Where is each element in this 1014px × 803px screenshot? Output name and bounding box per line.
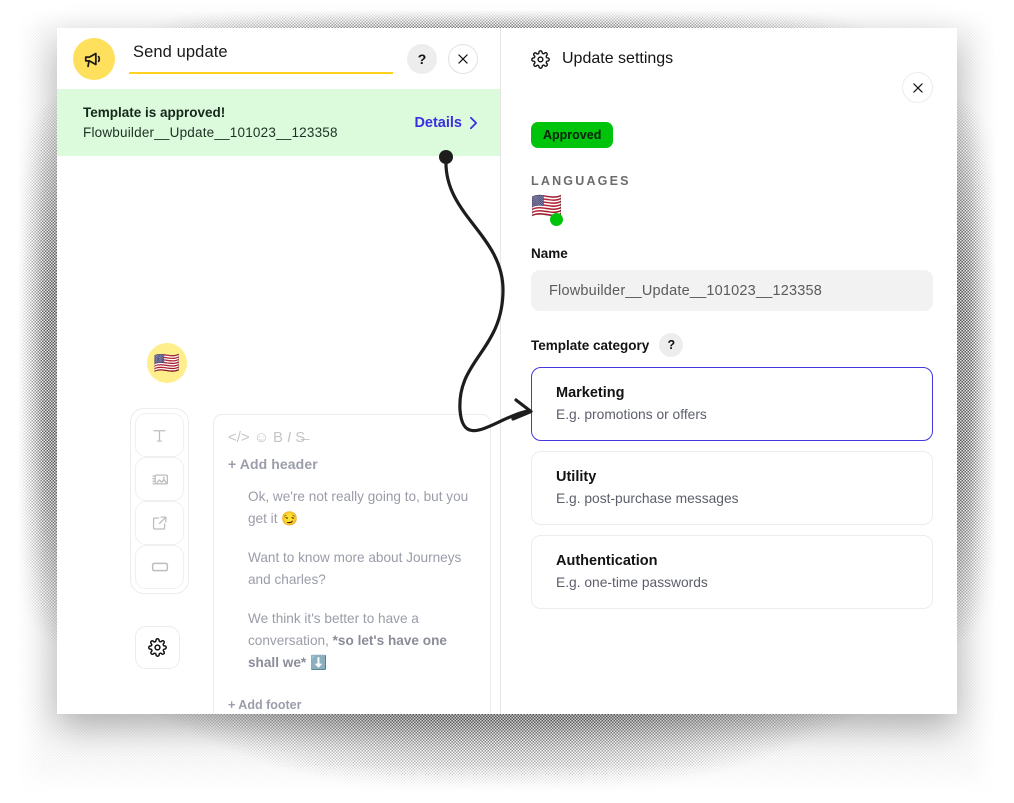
details-link[interactable]: Details — [414, 115, 478, 131]
code-icon[interactable]: </> — [228, 430, 250, 445]
bold-icon[interactable]: B — [273, 430, 283, 445]
modal-title-field[interactable]: Send update — [129, 43, 393, 74]
message-paragraph: Want to know more about Journeys and cha… — [248, 550, 462, 588]
category-option-description: E.g. one-time passwords — [556, 575, 708, 590]
category-option-description: E.g. promotions or offers — [556, 407, 707, 422]
title-underline — [129, 72, 393, 74]
status-badge: Approved — [531, 122, 614, 148]
left-panel-body: 🇺🇸 </> ☺ B I S̶ + Add header Ok, we're n… — [57, 156, 500, 714]
close-icon — [912, 82, 923, 93]
close-settings-button[interactable] — [902, 72, 933, 103]
help-button[interactable]: ? — [407, 43, 437, 74]
strikethrough-icon[interactable]: S̶ — [295, 430, 305, 445]
settings-tool-button[interactable] — [135, 626, 180, 669]
left-header-actions: ? — [407, 43, 478, 74]
media-tool-button[interactable] — [135, 457, 184, 501]
close-button[interactable] — [448, 43, 478, 74]
chevron-right-icon — [470, 116, 477, 129]
megaphone-icon — [73, 37, 115, 80]
editor-tool-rail — [130, 408, 189, 594]
category-option-name: Utility — [556, 469, 597, 485]
add-header-link[interactable]: + Add header — [228, 456, 476, 472]
category-option-name: Authentication — [556, 553, 658, 569]
template-category-help-icon[interactable]: ? — [659, 333, 684, 357]
emoji-icon[interactable]: ☺ — [254, 430, 269, 445]
right-panel-header: Update settings — [525, 28, 933, 90]
format-toolbar: </> ☺ B I S̶ — [228, 427, 476, 447]
send-update-modal: Send update ? Template is approved! Flow… — [57, 28, 957, 714]
right-panel-title-group: Update settings — [531, 49, 674, 69]
message-editor-card[interactable]: </> ☺ B I S̶ + Add header Ok, we're not … — [213, 414, 491, 714]
gear-icon — [531, 49, 550, 69]
message-paragraph: Ok, we're not really going to, but you g… — [248, 489, 469, 527]
category-option-authentication[interactable]: Authentication E.g. one-time passwords — [531, 535, 933, 609]
right-panel-title: Update settings — [562, 50, 674, 67]
gear-icon — [148, 638, 167, 657]
left-panel-header: Send update ? — [57, 28, 500, 89]
name-input[interactable] — [531, 270, 933, 311]
language-status-dot — [550, 213, 563, 226]
italic-icon[interactable]: I — [287, 430, 291, 445]
banner-template-name: Flowbuilder__Update__101023__123358 — [83, 125, 338, 140]
update-settings-panel: Update settings Approved LANGUAGES 🇺🇸 Na… — [501, 28, 957, 714]
category-option-marketing[interactable]: Marketing E.g. promotions or offers — [531, 367, 933, 441]
message-paragraph: We think it's better to have a conversat… — [248, 608, 470, 674]
category-option-description: E.g. post-purchase messages — [556, 491, 739, 506]
add-footer-link[interactable]: + Add footer — [228, 696, 476, 712]
banner-title: Template is approved! — [83, 105, 226, 120]
name-field-label: Name — [531, 246, 568, 261]
template-category-label: Template category — [531, 337, 650, 353]
language-flag-icon[interactable]: 🇺🇸 — [531, 194, 565, 226]
send-update-panel: Send update ? Template is approved! Flow… — [57, 28, 501, 714]
message-body[interactable]: Ok, we're not really going to, but you g… — [228, 486, 476, 674]
text-tool-button[interactable] — [135, 413, 184, 457]
details-link-label: Details — [414, 114, 462, 131]
avatar: 🇺🇸 — [147, 343, 187, 383]
category-option-name: Marketing — [556, 385, 625, 401]
languages-section-label: LANGUAGES — [531, 174, 631, 188]
banner-text-group: Template is approved! Flowbuilder__Updat… — [83, 105, 338, 140]
category-option-utility[interactable]: Utility E.g. post-purchase messages — [531, 451, 933, 525]
button-tool-button[interactable] — [135, 545, 184, 589]
link-tool-button[interactable] — [135, 501, 184, 545]
template-category-label-row: Template category ? — [531, 333, 933, 357]
page-title: Send update — [133, 43, 228, 61]
template-approved-banner: Template is approved! Flowbuilder__Updat… — [57, 89, 500, 156]
